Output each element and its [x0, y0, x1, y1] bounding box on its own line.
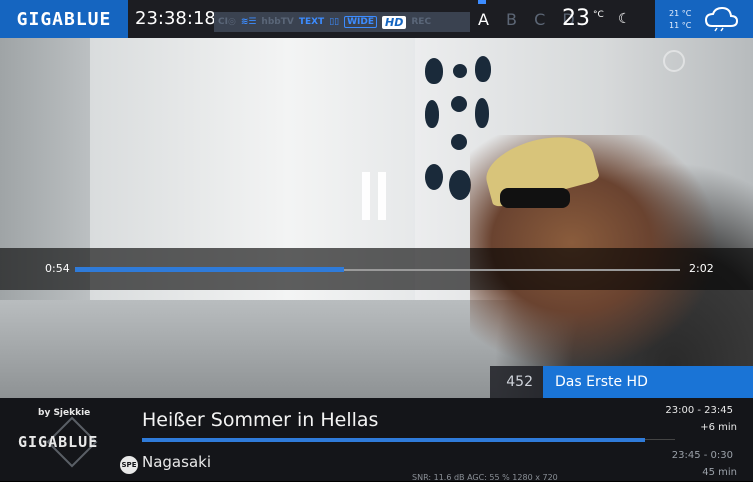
dolby-icon: ▯▯	[329, 17, 340, 27]
logo-badge: SPE	[120, 456, 138, 474]
now-event-time: 23:00 - 23:45	[665, 405, 733, 416]
epg-infobar: by Sjekkie GIGABLUE SPE Heißer Sommer in…	[0, 398, 753, 482]
temperature-value: 23	[562, 6, 590, 31]
lattice-hole	[425, 58, 443, 84]
next-event-duration: 45 min	[702, 467, 737, 478]
teletext-icon: TEXT	[298, 17, 325, 27]
lattice-hole	[453, 64, 467, 78]
temperature-unit: °C	[593, 10, 604, 20]
hd-icon: HD	[382, 15, 407, 29]
now-event-title: Heißer Sommer in Hellas	[142, 409, 379, 431]
lattice-hole	[449, 170, 471, 200]
subtitle-icon: ≋☰	[240, 17, 257, 27]
logo-text: GIGABLUE	[18, 433, 99, 451]
gigablue-logo-bottom: GIGABLUE SPE	[18, 416, 138, 479]
cloud-icon	[704, 6, 739, 32]
next-event-time: 23:45 - 0:30	[671, 450, 733, 461]
tuner-active: A	[478, 10, 495, 29]
channel-watermark-icon	[663, 50, 685, 72]
lattice-hole	[425, 100, 439, 128]
lattice-hole	[451, 134, 467, 150]
gigablue-logo: GIGABLUE	[0, 0, 128, 38]
pause-icon[interactable]	[362, 172, 394, 220]
video-person-sunglasses	[500, 188, 570, 208]
status-bar: GIGABLUE 23:38:18 CI◎ ≋☰ hbbTV TEXT ▯▯ W…	[0, 0, 753, 38]
weather-high: 21 °C	[669, 9, 692, 18]
channel-box: 452 Das Erste HD	[490, 366, 753, 398]
playback-progress-bar: 0:54 2:02	[0, 248, 753, 290]
lattice-hole	[475, 98, 489, 128]
progress-fill	[75, 267, 344, 272]
channel-name: Das Erste HD	[543, 366, 753, 398]
weather-low: 11 °C	[669, 21, 692, 30]
lattice-hole	[475, 56, 491, 82]
channel-number: 452	[490, 366, 543, 398]
lattice-hole	[451, 96, 467, 112]
hbbtv-icon: hbbTV	[261, 17, 294, 27]
now-event-remaining: +6 min	[700, 422, 737, 433]
service-icons: CI◎ ≋☰ hbbTV TEXT ▯▯ WIDE HD REC	[214, 12, 470, 32]
weather-widget: 21 °C 11 °C	[655, 0, 753, 38]
playback-duration: 2:02	[689, 262, 714, 275]
rec-icon: REC	[411, 17, 432, 27]
widescreen-icon: WIDE	[344, 16, 378, 28]
playback-position: 0:54	[45, 262, 70, 275]
clock: 23:38:18	[135, 8, 216, 29]
moon-icon: ☾	[618, 11, 631, 27]
skin-credit: by Sjekkie	[38, 408, 91, 418]
ci-icon: CI◎	[218, 17, 236, 27]
next-event-title: Nagasaki	[142, 453, 211, 471]
temperature: 23 °C	[562, 0, 604, 38]
lattice-hole	[425, 164, 443, 190]
event-progress-fill	[142, 438, 645, 442]
